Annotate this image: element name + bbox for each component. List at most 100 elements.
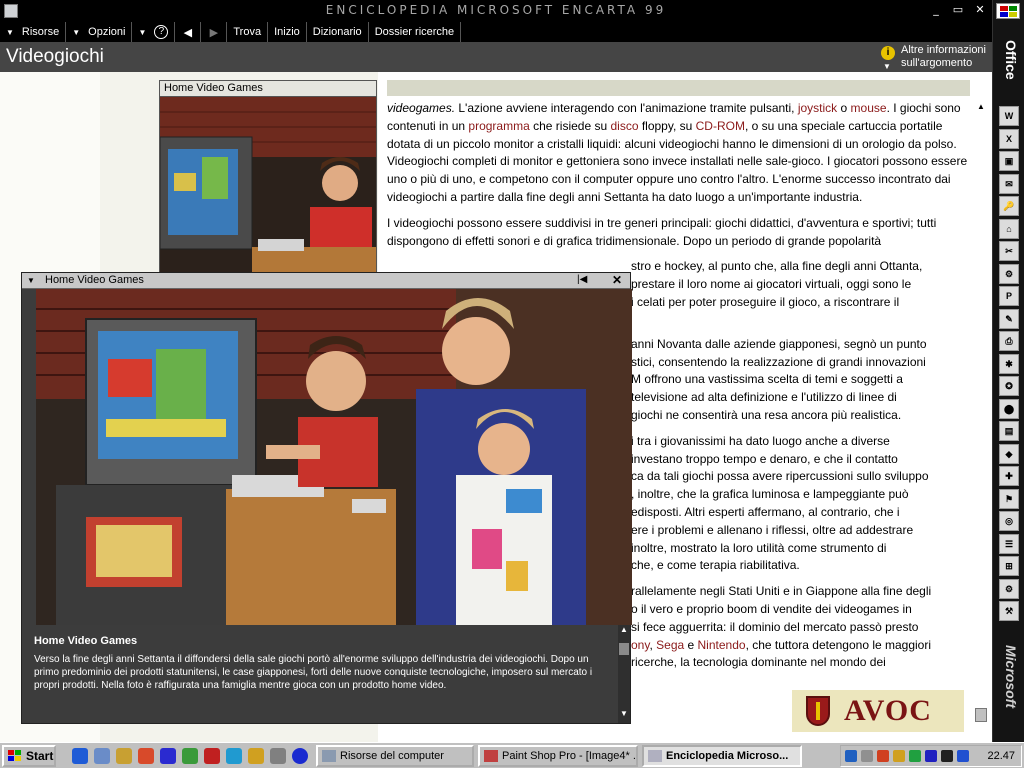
- thumbnail-photo[interactable]: [160, 97, 376, 279]
- article-text: televisione ad alta definizione e l'util…: [631, 390, 897, 405]
- popup-menu-icon[interactable]: ▼: [27, 276, 35, 285]
- office-app-button-icon[interactable]: ⚒: [999, 601, 1019, 621]
- caption-scroll-thumb[interactable]: [619, 643, 629, 655]
- article-link[interactable]: programma: [468, 119, 529, 133]
- menu-dossier-ricerche[interactable]: Dossier ricerche: [369, 22, 462, 42]
- back-button[interactable]: ◀: [175, 22, 202, 42]
- start-button[interactable]: Start: [2, 745, 56, 767]
- tray-icon[interactable]: [909, 750, 921, 762]
- more-info-label-1: Altre informazioni: [901, 44, 986, 56]
- tray-icon[interactable]: [941, 750, 953, 762]
- task-risorse-del-computer[interactable]: Risorse del computer: [316, 745, 474, 767]
- article-link[interactable]: joystick: [798, 101, 837, 115]
- caption-scroll-up-icon[interactable]: ▲: [620, 625, 628, 637]
- office-bar-label: Office: [1003, 40, 1019, 80]
- article-link[interactable]: disco: [610, 119, 638, 133]
- info-icon: i: [881, 46, 896, 60]
- office-app-button-icon[interactable]: W: [999, 106, 1019, 126]
- media-popup-window[interactable]: ▼ Home Video Games |◀ ✕ Home Video Games…: [21, 272, 632, 724]
- office-app-button-icon[interactable]: 🔑: [999, 196, 1019, 216]
- quicklaunch-icon[interactable]: [138, 748, 154, 764]
- article-text: M offrono una vastissima scelta di temi …: [631, 372, 903, 387]
- article-link[interactable]: Sega: [656, 638, 684, 652]
- office-app-button-icon[interactable]: ⊞: [999, 556, 1019, 576]
- popup-title-bar[interactable]: ▼ Home Video Games |◀ ✕: [22, 273, 630, 289]
- article-link[interactable]: mouse: [851, 101, 887, 115]
- menu-opzioni[interactable]: ▼ Opzioni: [66, 22, 133, 42]
- tray-icon[interactable]: [893, 750, 905, 762]
- article-link[interactable]: CD-ROM: [696, 119, 745, 133]
- title-bar: ENCICLOPEDIA MICROSOFT ENCARTA 99 _ ▭ ✕: [0, 0, 992, 22]
- system-tray: 22.47: [840, 745, 1022, 767]
- office-app-button-icon[interactable]: ✉: [999, 173, 1019, 194]
- quicklaunch-icon[interactable]: [160, 748, 176, 764]
- taskbar: Start Risorse del computer Paint Shop Pr…: [0, 742, 1024, 768]
- quicklaunch-icon[interactable]: [116, 748, 132, 764]
- task-paint-shop-pro[interactable]: Paint Shop Pro - [Image4* ...: [478, 745, 638, 767]
- caption-scroll-down-icon[interactable]: ▼: [620, 709, 628, 718]
- popup-previous-icon[interactable]: |◀: [577, 274, 587, 285]
- close-button[interactable]: ✕: [972, 3, 988, 17]
- quicklaunch-icon[interactable]: [270, 748, 286, 764]
- tray-icon[interactable]: [925, 750, 937, 762]
- task-label: Enciclopedia Microso...: [666, 750, 789, 762]
- popup-close-icon[interactable]: ✕: [612, 273, 622, 287]
- more-info-button[interactable]: i ▼ Altre informazioni sull'argomento: [881, 44, 986, 71]
- quicklaunch-icon[interactable]: [248, 748, 264, 764]
- office-app-button-icon[interactable]: ✱: [999, 353, 1019, 374]
- quicklaunch-icon[interactable]: [182, 748, 198, 764]
- task-encarta[interactable]: Enciclopedia Microso...: [642, 745, 802, 767]
- dropdown-arrow-icon: ▼: [883, 62, 891, 71]
- office-app-button-icon[interactable]: P: [999, 286, 1019, 306]
- internet-explorer-icon[interactable]: [72, 748, 88, 764]
- caption-text: Verso la fine degli anni Settanta il dif…: [34, 654, 593, 691]
- window-title: ENCICLOPEDIA MICROSOFT ENCARTA 99: [325, 3, 667, 17]
- office-app-button-icon[interactable]: ⚙: [999, 578, 1019, 599]
- task-label: Paint Shop Pro - [Image4* ...: [502, 750, 638, 762]
- speaker-icon[interactable]: [861, 750, 873, 762]
- office-app-button-icon[interactable]: ⬤: [999, 398, 1019, 419]
- menu-trova[interactable]: Trova: [227, 22, 269, 42]
- office-app-button-icon[interactable]: ◎: [999, 511, 1019, 531]
- article-scrollbar[interactable]: ▲: [975, 80, 989, 725]
- article-link[interactable]: ony: [631, 638, 649, 652]
- office-app-button-icon[interactable]: ⚑: [999, 488, 1019, 509]
- office-app-button-icon[interactable]: ✎: [999, 308, 1019, 329]
- logo-text: AVOC: [844, 694, 932, 727]
- office-app-button-icon[interactable]: ✚: [999, 466, 1019, 486]
- caption-scrollbar[interactable]: ▲ ▼: [618, 625, 630, 723]
- menu-risorse[interactable]: ▼ Risorse: [0, 22, 67, 42]
- menu-dizionario[interactable]: Dizionario: [307, 22, 369, 42]
- tray-icon[interactable]: [957, 750, 969, 762]
- maximize-button[interactable]: ▭: [950, 3, 966, 17]
- article-text: stici, consentendo la realizzazione di g…: [631, 354, 926, 369]
- desktop-icon[interactable]: [94, 748, 110, 764]
- forward-button[interactable]: ▶: [201, 22, 228, 42]
- article-link[interactable]: Nintendo: [698, 638, 746, 652]
- tray-icon[interactable]: [877, 750, 889, 762]
- office-app-button-icon[interactable]: X: [999, 128, 1019, 149]
- scroll-thumb[interactable]: [975, 708, 987, 722]
- office-app-button-icon[interactable]: ▤: [999, 421, 1019, 441]
- media-thumbnail[interactable]: Home Video Games: [159, 80, 377, 280]
- office-app-button-icon[interactable]: ⚙: [999, 263, 1019, 284]
- article-text: che, e come terapia riabilitativa.: [631, 558, 800, 573]
- article-text: rallelamente negli Stati Uniti e in Giap…: [631, 584, 932, 599]
- office-app-button-icon[interactable]: ✪: [999, 376, 1019, 396]
- article-text: ere i problemi e allenano i riflessi, ol…: [631, 522, 914, 537]
- office-app-button-icon[interactable]: ☰: [999, 533, 1019, 554]
- tray-icon[interactable]: [845, 750, 857, 762]
- quicklaunch-icon[interactable]: [226, 748, 242, 764]
- minimize-button[interactable]: _: [928, 3, 944, 17]
- menu-inizio[interactable]: Inizio: [268, 22, 307, 42]
- office-app-button-icon[interactable]: ▣: [999, 151, 1019, 171]
- office-app-button-icon[interactable]: ⌂: [999, 218, 1019, 239]
- quicklaunch-icon[interactable]: [204, 748, 220, 764]
- office-app-button-icon[interactable]: ◆: [999, 443, 1019, 464]
- quicklaunch-icon[interactable]: [292, 748, 308, 764]
- office-logo-icon[interactable]: [996, 3, 1020, 19]
- help-button[interactable]: ▼ ?: [132, 22, 176, 42]
- office-app-button-icon[interactable]: ✂: [999, 241, 1019, 261]
- scroll-up-icon[interactable]: ▲: [977, 102, 985, 111]
- office-app-button-icon[interactable]: ⎙: [999, 331, 1019, 351]
